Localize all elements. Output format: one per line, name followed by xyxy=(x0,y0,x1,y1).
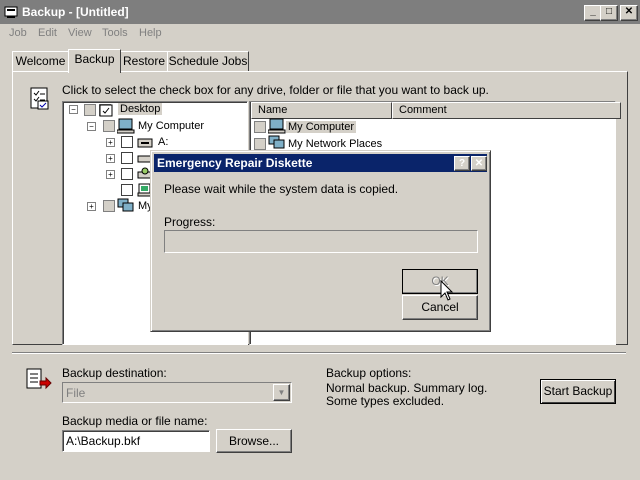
expand-drive-c[interactable]: + xyxy=(106,154,115,163)
start-backup-button[interactable]: Start Backup xyxy=(540,379,616,404)
checkbox-drive-d[interactable] xyxy=(121,168,133,180)
checkbox-system-state[interactable] xyxy=(121,184,133,196)
menu-tools[interactable]: Tools xyxy=(102,27,128,39)
backup-destination-label: Backup destination: xyxy=(62,366,167,380)
window-titlebar[interactable]: Backup - [Untitled] _ □ ✕ xyxy=(0,0,640,24)
progress-label: Progress: xyxy=(164,215,216,229)
checkbox-list-network[interactable] xyxy=(254,138,266,150)
backup-media-label: Backup media or file name: xyxy=(62,414,208,428)
tree-item-desktop[interactable]: Desktop xyxy=(118,103,163,115)
expand-drive-a[interactable]: + xyxy=(106,138,115,147)
backup-options-label: Backup options: xyxy=(326,366,412,380)
column-header-comment[interactable]: Comment xyxy=(392,102,621,119)
tree-item-my-computer[interactable]: My Computer xyxy=(138,120,204,132)
browse-button[interactable]: Browse... xyxy=(216,429,292,453)
checkbox-network[interactable] xyxy=(103,200,115,212)
menu-bar xyxy=(0,24,640,42)
tab-schedule-jobs[interactable]: Schedule Jobs xyxy=(167,51,249,72)
backup-options-line2: Some types excluded. xyxy=(326,394,445,408)
close-button[interactable]: ✕ xyxy=(620,5,638,21)
tab-restore[interactable]: Restore xyxy=(120,51,168,72)
column-header-name[interactable]: Name xyxy=(251,102,392,119)
tab-backup[interactable]: Backup xyxy=(68,49,121,73)
expand-drive-d[interactable]: + xyxy=(106,170,115,179)
checkbox-drive-c[interactable] xyxy=(121,152,133,164)
window-title: Backup - [Untitled] xyxy=(22,5,129,19)
expand-network[interactable]: + xyxy=(87,202,96,211)
backup-media-input[interactable]: A:\Backup.bkf xyxy=(62,430,210,452)
mouse-cursor-icon xyxy=(440,279,454,305)
checklist-icon xyxy=(28,85,52,111)
dialog-message: Please wait while the system data is cop… xyxy=(164,182,399,196)
dialog-close-button[interactable]: ✕ xyxy=(471,156,487,171)
checkbox-desktop-outer[interactable] xyxy=(84,104,96,116)
collapse-my-computer[interactable]: − xyxy=(87,122,96,131)
desktop-icon xyxy=(98,102,114,121)
checkbox-my-computer[interactable] xyxy=(103,120,115,132)
collapse-desktop[interactable]: − xyxy=(69,105,78,114)
dialog-titlebar[interactable]: Emergency Repair Diskette ? ✕ xyxy=(154,154,487,172)
backup-app-icon xyxy=(4,5,18,19)
instruction-text: Click to select the check box for any dr… xyxy=(62,83,489,97)
help-button[interactable]: ? xyxy=(454,156,470,171)
backup-destination-icon xyxy=(24,367,52,398)
maximize-button[interactable]: □ xyxy=(600,5,618,21)
tree-item-drive-a[interactable]: A: xyxy=(158,136,168,148)
backup-destination-select[interactable]: File ▼ xyxy=(62,382,292,403)
checkbox-list-my-computer[interactable] xyxy=(254,121,266,133)
dialog-title: Emergency Repair Diskette xyxy=(157,156,313,170)
menu-job[interactable]: Job xyxy=(9,27,27,39)
menu-view[interactable]: View xyxy=(68,27,92,39)
divider xyxy=(12,352,626,354)
destination-value: File xyxy=(66,386,86,400)
list-item-my-computer[interactable]: My Computer xyxy=(286,121,357,133)
menu-edit[interactable]: Edit xyxy=(38,27,57,39)
menu-help[interactable]: Help xyxy=(139,27,162,39)
tab-welcome[interactable]: Welcome xyxy=(12,51,69,72)
computer-icon xyxy=(116,118,135,137)
chevron-down-icon[interactable]: ▼ xyxy=(273,384,290,401)
checkbox-drive-a[interactable] xyxy=(121,136,133,148)
list-item-network[interactable]: My Network Places xyxy=(288,138,382,150)
network-icon xyxy=(117,198,135,217)
media-value: A:\Backup.bkf xyxy=(66,434,141,448)
progress-bar xyxy=(164,230,478,253)
backup-options-line1: Normal backup. Summary log. xyxy=(326,381,488,395)
